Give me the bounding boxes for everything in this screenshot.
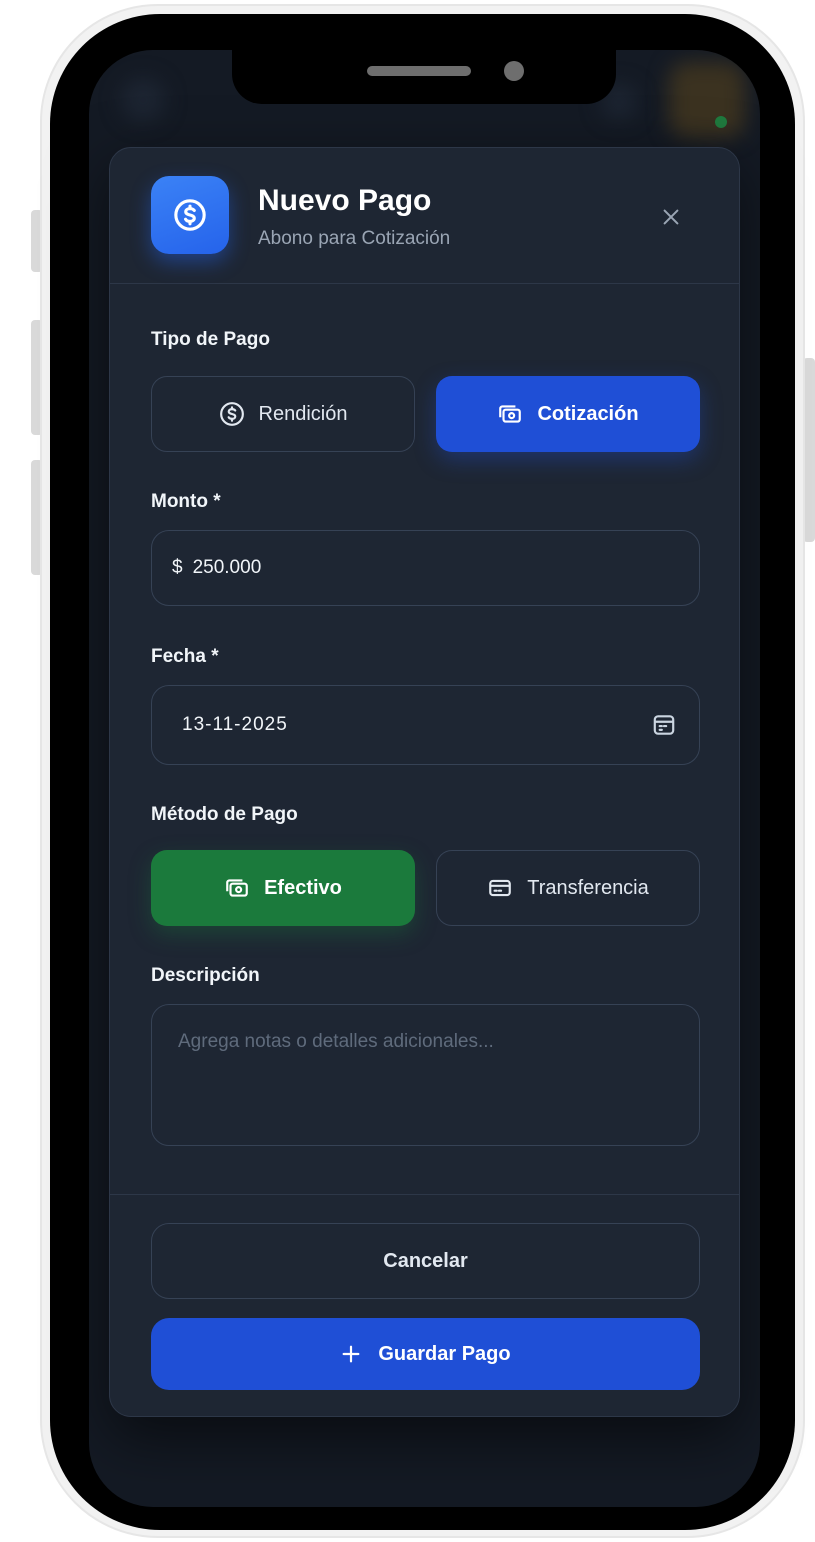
date-input[interactable]: 13-11-2025 (151, 685, 700, 765)
payment-type-cotizacion-button[interactable]: Cotización (436, 376, 700, 452)
phone-camera (504, 61, 524, 81)
cash-icon (499, 405, 522, 423)
modal-header: Nuevo Pago Abono para Cotización (110, 148, 739, 284)
cancel-button-label: Cancelar (383, 1249, 468, 1272)
new-payment-modal: Nuevo Pago Abono para Cotización Tipo de… (109, 147, 740, 1417)
online-status-dot (715, 116, 727, 128)
footer-divider (110, 1194, 739, 1195)
date-value: 13-11-2025 (182, 714, 288, 735)
payment-type-label: Tipo de Pago (151, 329, 270, 350)
description-textarea[interactable]: Agrega notas o detalles adicionales... (151, 1004, 700, 1146)
save-payment-button-label: Guardar Pago (378, 1342, 511, 1365)
date-label: Fecha * (151, 646, 219, 667)
payment-method-efectivo-button[interactable]: Efectivo (151, 850, 415, 926)
description-placeholder: Agrega notas o detalles adicionales... (178, 1031, 494, 1052)
phone-speaker (367, 66, 471, 76)
credit-card-icon (489, 879, 512, 897)
phone-notch (232, 50, 616, 104)
modal-title: Nuevo Pago (258, 184, 432, 217)
close-button[interactable] (655, 201, 687, 233)
payment-method-efectivo-label: Efectivo (264, 876, 342, 899)
calendar-icon[interactable] (651, 712, 677, 738)
amount-label: Monto * (151, 491, 221, 512)
amount-input[interactable]: $ 250.000 (151, 530, 700, 606)
cancel-button[interactable]: Cancelar (151, 1223, 700, 1299)
background-menu-icon (121, 78, 165, 122)
modal-subtitle: Abono para Cotización (258, 228, 451, 249)
payment-type-rendicion-button[interactable]: Rendición (151, 376, 415, 452)
payment-method-transferencia-label: Transferencia (527, 876, 649, 899)
dollar-circle-icon (219, 402, 244, 426)
background-avatar (669, 62, 745, 138)
payment-type-cotizacion-label: Cotización (537, 402, 639, 425)
close-icon (663, 209, 679, 225)
payment-method-transferencia-button[interactable]: Transferencia (436, 850, 700, 926)
plus-icon (342, 1345, 360, 1363)
amount-value: 250.000 (192, 557, 262, 578)
cash-icon (226, 879, 248, 897)
dollar-circle-icon (151, 176, 229, 254)
payment-type-rendicion-label: Rendición (258, 402, 348, 425)
payment-method-label: Método de Pago (151, 804, 298, 825)
currency-symbol: $ (172, 557, 183, 578)
description-label: Descripción (151, 965, 260, 986)
save-payment-button[interactable]: Guardar Pago (151, 1318, 700, 1390)
